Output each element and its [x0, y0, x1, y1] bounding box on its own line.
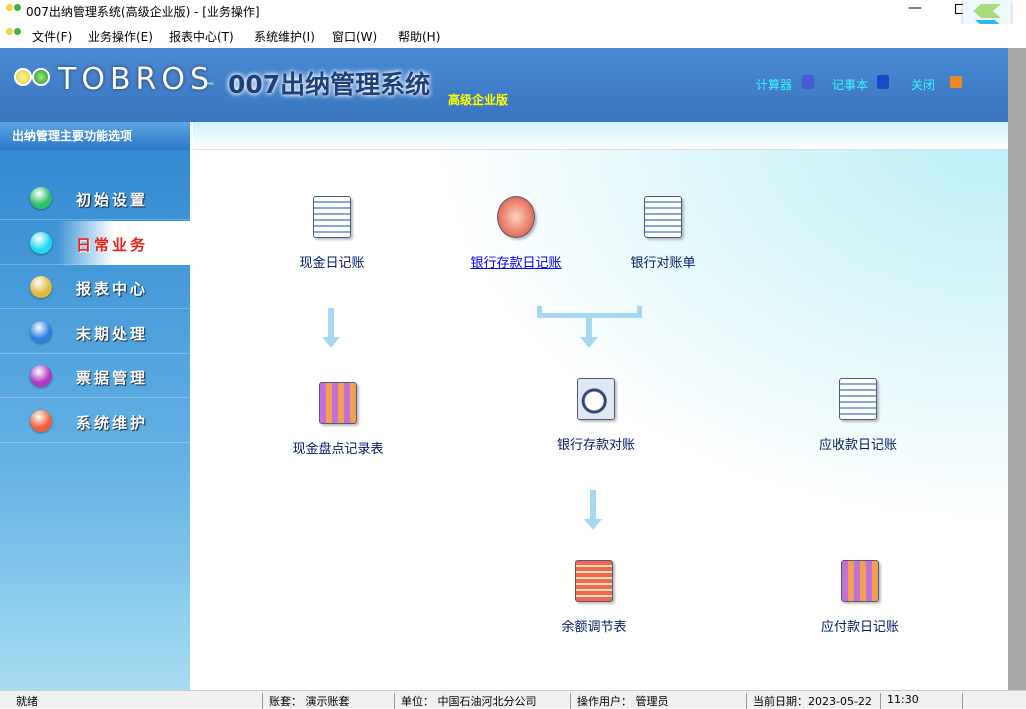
status-date: 当前日期：2023-05-22	[746, 693, 872, 709]
menu-business[interactable]: 业务操作(E)	[88, 28, 153, 45]
spreadsheet-icon	[319, 382, 357, 424]
menu-logo-icon	[6, 27, 22, 43]
cash-count-item[interactable]: 现金盘点记录表	[258, 382, 418, 457]
menu-reports[interactable]: 报表中心(T)	[169, 28, 234, 45]
status-bar: 就绪 账套： 演示账套 单位： 中国石油河北分公司 操作用户： 管理员 当前日期…	[0, 690, 1026, 709]
menu-file[interactable]: 文件(F)	[32, 28, 72, 45]
bank-statement-item[interactable]: 银行对账单	[583, 196, 743, 271]
sidebar-title: 出纳管理主要功能选项	[0, 122, 190, 150]
status-time: 11:30	[880, 693, 919, 709]
scrollbar[interactable]	[1008, 48, 1026, 690]
journal-icon	[839, 378, 877, 420]
menu-window[interactable]: 窗口(W)	[332, 28, 377, 45]
balance-adjust-item[interactable]: 余额调节表	[514, 560, 674, 635]
flow-arrow	[584, 490, 602, 530]
brand-dash: -	[206, 68, 215, 96]
sidebar-item-label: 系统维护	[76, 414, 149, 432]
sidebar-item[interactable]: 系统维护	[0, 399, 190, 443]
close-link[interactable]: 关闭	[911, 76, 935, 93]
report-icon	[575, 560, 613, 602]
sidebar-item-label: 初始设置	[76, 191, 149, 209]
calculator-link[interactable]: 计算器	[756, 76, 792, 93]
app-logo-icon	[6, 3, 22, 19]
ball-icon	[30, 231, 52, 254]
flow-arrow	[580, 318, 598, 348]
menu-bar: 文件(F) 业务操作(E) 报表中心(T) 系统维护(I) 窗口(W) 帮助(H…	[0, 24, 1026, 46]
sidebar-item-label: 报表中心	[76, 280, 149, 299]
cash-journal-item[interactable]: 现金日记账	[252, 196, 412, 271]
ball-icon	[30, 320, 52, 343]
flow-bracket	[537, 306, 642, 318]
menu-system[interactable]: 系统维护(I)	[254, 28, 315, 45]
journal-icon	[313, 196, 351, 238]
brand-name: TOBROS	[58, 62, 215, 97]
statements-icon	[644, 196, 682, 238]
ball-icon	[30, 410, 52, 432]
payable-item[interactable]: 应付款日记账	[780, 560, 940, 635]
notepad-icon[interactable]	[877, 75, 889, 89]
receivable-item[interactable]: 应收款日记账	[778, 378, 938, 453]
bank-journal-item[interactable]: 银行存款日记账	[436, 196, 596, 271]
sidebar-item-label: 末期处理	[76, 324, 149, 343]
power-icon[interactable]	[950, 76, 962, 88]
bank-reconcile-item[interactable]: 银行存款对账	[516, 378, 676, 453]
brand-logo-icon	[14, 68, 54, 100]
sidebar-item[interactable]: 票据管理	[0, 354, 190, 399]
window-title: 007出纳管理系统(高级企业版) - [业务操作]	[26, 5, 260, 19]
sidebar-item-label: 日常业务	[76, 235, 149, 254]
clock-calendar-icon	[497, 196, 535, 238]
sidebar-item[interactable]: 初始设置	[0, 176, 190, 220]
app-header: TOBROS - 007出纳管理系统 高级企业版 计算器 记事本 关闭	[0, 48, 1008, 122]
status-empty	[962, 693, 969, 709]
status-unit: 单位： 中国石油河北分公司	[394, 693, 537, 709]
title-bar: 007出纳管理系统(高级企业版) - [业务操作] — ✕	[0, 0, 1026, 42]
status-user: 操作用户： 管理员	[570, 693, 669, 709]
menu-help[interactable]: 帮助(H)	[398, 28, 440, 45]
ball-icon	[30, 187, 52, 209]
content-header-band	[193, 122, 1008, 150]
minimize-button[interactable]: —	[908, 0, 922, 16]
flow-arrow	[322, 308, 340, 348]
edition-label: 高级企业版	[448, 93, 509, 107]
notepad-link[interactable]: 记事本	[832, 76, 868, 93]
product-name: 007出纳管理系统	[228, 70, 431, 99]
calculator-icon[interactable]	[802, 75, 814, 89]
spreadsheet-icon	[841, 560, 879, 602]
sidebar-item[interactable]: 末期处理	[0, 310, 190, 354]
status-account: 账套： 演示账套	[262, 693, 350, 709]
magnifier-icon	[577, 378, 615, 420]
ball-icon	[30, 365, 52, 388]
ball-icon	[30, 276, 52, 299]
status-ready: 就绪	[16, 695, 38, 708]
sidebar-item-label: 票据管理	[76, 369, 149, 388]
sidebar-item[interactable]: 日常业务	[0, 220, 190, 265]
sidebar-item[interactable]: 报表中心	[0, 265, 190, 310]
